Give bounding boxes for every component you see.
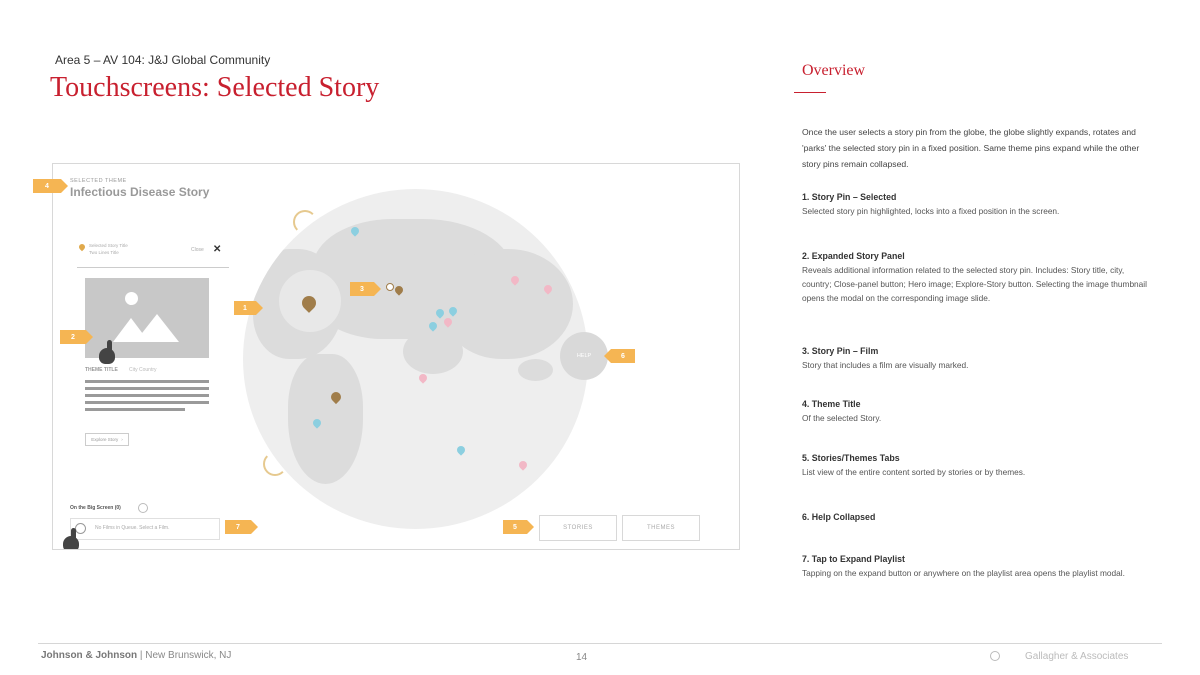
map-pin-icon[interactable]: [517, 459, 529, 471]
item-title: 4. Theme Title: [802, 399, 861, 409]
rotate-arc-icon: [263, 452, 287, 476]
story-location: City Country: [129, 367, 157, 373]
overview-item-6: 6. Help Collapsed: [802, 510, 875, 524]
item-body: Reveals additional information related t…: [802, 265, 1147, 303]
text-placeholder: [85, 387, 209, 390]
big-screen-label: On the Big Screen (0): [70, 505, 121, 511]
chevron-right-icon: ›: [121, 437, 123, 442]
item-body: List view of the entire content sorted b…: [802, 467, 1026, 477]
film-icon: [138, 503, 148, 513]
slide-title: Touchscreens: Selected Story: [50, 72, 380, 103]
overview-item-3: 3. Story Pin – Film Story that includes …: [802, 344, 1147, 372]
map-pin-icon[interactable]: [455, 444, 467, 456]
callout-7: 7: [225, 520, 258, 534]
callout-2: 2: [60, 330, 93, 344]
land-mass: [518, 359, 553, 381]
callout-1: 1: [234, 301, 263, 315]
text-placeholder: [85, 401, 209, 404]
text-placeholder: [85, 394, 209, 397]
panel-divider: [77, 267, 229, 268]
page-number: 14: [576, 652, 588, 663]
item-title: 2. Expanded Story Panel: [802, 251, 905, 261]
overview-item-7: 7. Tap to Expand Playlist Tapping on the…: [802, 552, 1147, 580]
playlist-area[interactable]: No Films in Queue. Select a Film.: [70, 518, 220, 540]
tab-themes[interactable]: THEMES: [622, 515, 700, 541]
footer-company: Johnson & Johnson | New Brunswick, NJ: [41, 650, 231, 661]
touchscreen-mockup: SELECTED THEME Infectious Disease Story …: [52, 163, 740, 550]
item-body: Tapping on the expand button or anywhere…: [802, 568, 1125, 578]
agency-logo-icon: [990, 651, 1000, 661]
hand-pointer-icon: [63, 528, 79, 549]
map-pin-icon: [77, 242, 87, 252]
playlist-text: No Films in Queue. Select a Film.: [95, 525, 170, 531]
hand-pointer-icon: [99, 340, 115, 364]
company-location: New Brunswick, NJ: [145, 650, 232, 661]
callout-3: 3: [350, 282, 381, 296]
callout-4: 4: [33, 179, 68, 193]
overview-item-1: 1. Story Pin – Selected Selected story p…: [802, 190, 1147, 218]
help-button[interactable]: HELP: [560, 332, 608, 380]
explore-story-button[interactable]: Explore Story ›: [85, 433, 129, 446]
hero-image-thumbnail[interactable]: [85, 278, 209, 358]
close-label[interactable]: Close: [191, 247, 204, 253]
item-title: 3. Story Pin – Film: [802, 346, 879, 356]
callout-6: 6: [604, 349, 635, 363]
play-circle-icon[interactable]: [75, 523, 86, 534]
text-placeholder: [85, 380, 209, 383]
slide-subtitle: Area 5 – AV 104: J&J Global Community: [55, 53, 271, 67]
theme-meta-label: THEME TITLE: [85, 367, 118, 373]
item-title: 6. Help Collapsed: [802, 512, 876, 522]
expanded-story-panel: Selected Story Title Two Lines Title Clo…: [77, 240, 229, 455]
item-title: 5. Stories/Themes Tabs: [802, 453, 900, 463]
item-title: 7. Tap to Expand Playlist: [802, 554, 905, 564]
overview-item-4: 4. Theme Title Of the selected Story.: [802, 397, 1147, 425]
land-mass: [443, 249, 573, 359]
overview-heading: Overview: [802, 62, 866, 79]
item-body: Story that includes a film are visually …: [802, 360, 969, 370]
theme-title: Infectious Disease Story: [70, 185, 210, 199]
footer-divider: [38, 643, 1162, 644]
overview-rule: [794, 92, 826, 93]
tab-stories[interactable]: STORIES: [539, 515, 617, 541]
globe[interactable]: [243, 189, 588, 529]
overview-item-2: 2. Expanded Story Panel Reveals addition…: [802, 249, 1147, 305]
overview-intro: Once the user selects a story pin from t…: [802, 127, 1140, 169]
rotate-arc-icon: [293, 210, 317, 234]
theme-label: SELECTED THEME: [70, 178, 127, 184]
image-placeholder-icon: [125, 292, 138, 305]
map-pin-icon[interactable]: [417, 372, 429, 384]
text-placeholder: [85, 408, 185, 411]
callout-5: 5: [503, 520, 534, 534]
image-placeholder-icon: [135, 314, 179, 342]
story-title: Selected Story Title: [89, 243, 128, 248]
land-mass: [403, 329, 463, 374]
company-name: Johnson & Johnson: [41, 650, 138, 661]
explore-story-label: Explore Story: [91, 437, 119, 442]
overview-item-5: 5. Stories/Themes Tabs List view of the …: [802, 451, 1147, 479]
close-icon[interactable]: ✕: [213, 244, 221, 255]
story-title-line2: Two Lines Title: [89, 250, 119, 255]
item-body: Selected story pin highlighted, locks in…: [802, 206, 1060, 216]
film-icon: [386, 283, 394, 291]
land-mass: [288, 354, 363, 484]
agency-name: Gallagher & Associates: [1025, 651, 1129, 662]
item-body: Of the selected Story.: [802, 413, 882, 423]
item-title: 1. Story Pin – Selected: [802, 192, 897, 202]
